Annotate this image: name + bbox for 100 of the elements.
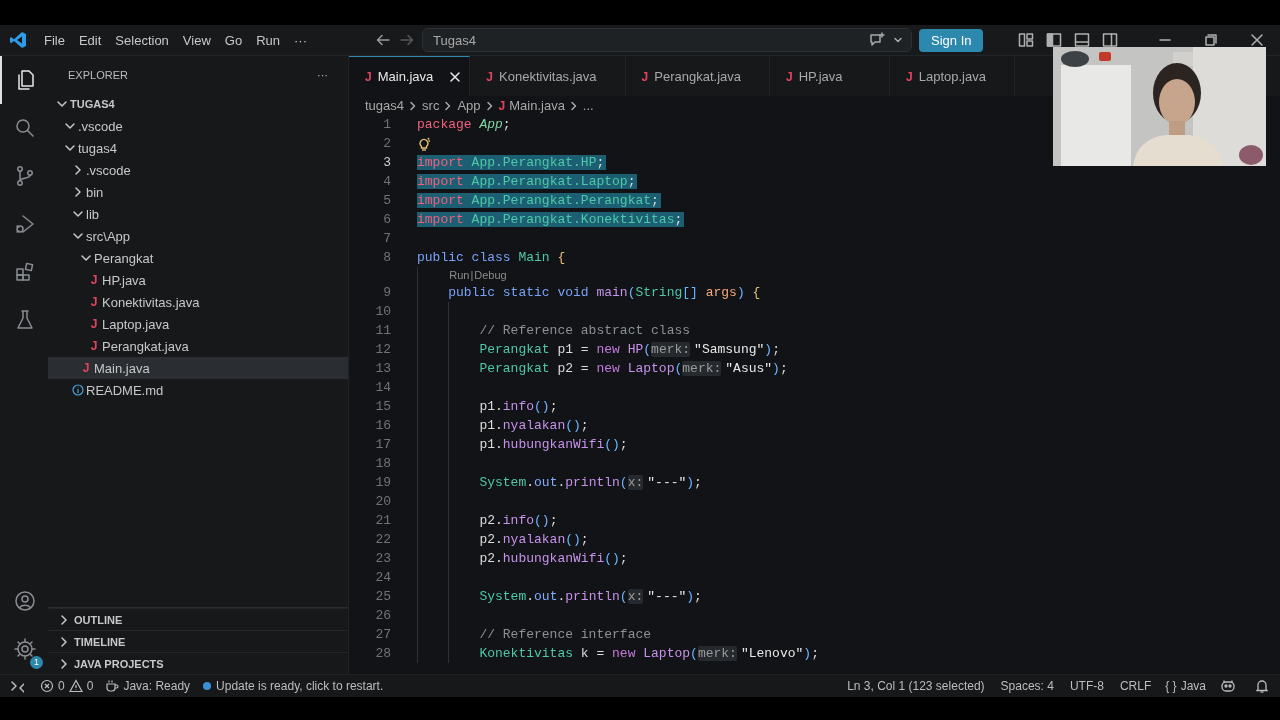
tree-item[interactable]: J Konektivitas.java (48, 291, 348, 313)
primary-sidebar-icon[interactable] (1046, 32, 1062, 48)
sign-in-button[interactable]: Sign In (919, 28, 984, 52)
codelens-link[interactable]: Debug (473, 269, 508, 281)
line-number: 13 (374, 361, 391, 376)
search-icon[interactable] (13, 116, 37, 140)
java-icon: J (641, 69, 649, 84)
section-header[interactable]: TIMELINE (48, 630, 348, 652)
section-header[interactable]: OUTLINE (48, 608, 348, 630)
tree-item[interactable]: Perangkat (48, 247, 348, 269)
settings-icon[interactable] (13, 636, 37, 661)
lightbulb-icon[interactable] (417, 136, 431, 151)
code-line: // Reference interface (479, 627, 653, 642)
back-arrow-icon[interactable] (376, 33, 390, 47)
secondary-sidebar-icon[interactable] (1102, 32, 1118, 48)
status-item[interactable]: UTF-8 (1069, 679, 1104, 693)
java-icon: J (906, 69, 913, 84)
tree-item[interactable]: tugas4 (48, 137, 348, 159)
vscode-logo (9, 31, 27, 49)
java-icon: J (786, 69, 793, 84)
chevron-down-icon (56, 98, 68, 110)
editor-tab[interactable]: J Laptop.java (890, 56, 1015, 96)
java-icon: J (90, 339, 98, 353)
breadcrumb-item[interactable]: src (422, 98, 440, 113)
menu-item[interactable]: File (37, 29, 72, 51)
chevron-right-icon (484, 100, 495, 111)
line-number: 8 (382, 250, 391, 265)
chevron-down-icon (64, 142, 76, 154)
codelens-link[interactable]: Run (448, 269, 471, 281)
line-number: 23 (374, 551, 391, 566)
tree-item[interactable]: .vscode (48, 115, 348, 137)
line-number: 7 (382, 231, 391, 246)
tree-item[interactable]: TUGAS4 (48, 93, 348, 115)
editor-tab[interactable]: J Main.java (349, 56, 471, 96)
update-status[interactable]: Update is ready, click to restart. (196, 679, 390, 693)
tree-item[interactable]: J HP.java (48, 269, 348, 291)
breadcrumb-item[interactable]: App (457, 98, 481, 113)
remote-icon[interactable] (10, 679, 24, 693)
java-icon: J (90, 295, 98, 309)
restore-icon[interactable] (1203, 32, 1219, 48)
dot-icon (202, 681, 213, 691)
tree-item[interactable]: src\App (48, 225, 348, 247)
language-status[interactable]: { } Java (1159, 679, 1212, 693)
line-number: 24 (374, 570, 391, 585)
tree-item[interactable]: lib (48, 203, 348, 225)
line-number: 5 (382, 193, 391, 208)
editor-tab[interactable]: J Perangkat.java (625, 56, 770, 96)
close-icon[interactable] (1249, 32, 1265, 48)
line-number: 3 (382, 155, 391, 170)
line-number: 11 (374, 323, 391, 338)
editor-tab[interactable]: J HP.java (770, 56, 890, 96)
copilot-icon[interactable] (1220, 678, 1236, 694)
run-debug-icon[interactable] (13, 212, 37, 236)
chevron-right-icon (72, 186, 84, 198)
layout-icon[interactable] (1018, 32, 1034, 48)
bell-icon[interactable] (1254, 678, 1270, 694)
close-icon[interactable] (449, 70, 462, 83)
java-icon: J (498, 98, 506, 113)
account-icon[interactable] (13, 588, 37, 613)
line-number: 25 (374, 589, 391, 604)
tree-item[interactable]: J Main.java (48, 357, 348, 379)
menu-item[interactable]: View (175, 29, 218, 51)
status-item[interactable]: Ln 3, Col 1 (123 selected) (847, 679, 985, 693)
tree-item[interactable]: .vscode (48, 159, 348, 181)
java-icon: J (365, 69, 372, 84)
breadcrumb-item[interactable]: Main.java (509, 98, 565, 113)
panel-icon[interactable] (1074, 32, 1090, 48)
breadcrumb-item[interactable]: tugas4 (365, 98, 405, 113)
menu-item[interactable]: Run (249, 29, 287, 51)
java-status[interactable]: Java: Ready (99, 679, 197, 693)
tree-item[interactable]: J Laptop.java (48, 313, 348, 335)
status-item[interactable]: Spaces: 4 (1000, 679, 1054, 693)
status-item[interactable]: CRLF (1119, 679, 1152, 693)
tree-item[interactable]: J Perangkat.java (48, 335, 348, 357)
command-center[interactable]: Tugas4 (422, 28, 912, 52)
chat-icon[interactable] (869, 32, 885, 48)
notification-badge: 1 (30, 655, 43, 669)
more-actions[interactable]: ··· (317, 68, 328, 81)
java-icon: J (82, 361, 90, 375)
line-number: 14 (374, 380, 391, 395)
error-icon (40, 679, 54, 693)
code-line: Perangkat p2 = new Laptop(merk: "Asus"); (479, 361, 789, 376)
menu-item[interactable]: Edit (71, 29, 109, 51)
problems-status[interactable]: 0 0 (34, 679, 100, 693)
chevron-down-icon[interactable] (893, 35, 903, 45)
tree-item[interactable]: README.md (48, 379, 348, 401)
code-line: Konektivitas k = new Laptop(merk: "Lenovo"); (479, 646, 820, 661)
line-number: 18 (374, 456, 391, 471)
tree-item[interactable]: bin (48, 181, 348, 203)
more-menu[interactable]: ··· (287, 29, 314, 51)
warning-icon (68, 679, 83, 693)
line-number: 9 (382, 285, 391, 300)
line-number: 4 (382, 174, 391, 189)
breadcrumb-item[interactable]: ... (582, 98, 594, 113)
menu-item[interactable]: Go (217, 29, 250, 51)
line-number: 22 (374, 532, 391, 547)
chevron-right-icon (72, 164, 84, 176)
menu-item[interactable]: Selection (108, 29, 176, 51)
line-number: 15 (374, 399, 391, 414)
editor-tab[interactable]: J Konektivitas.java (470, 56, 626, 96)
